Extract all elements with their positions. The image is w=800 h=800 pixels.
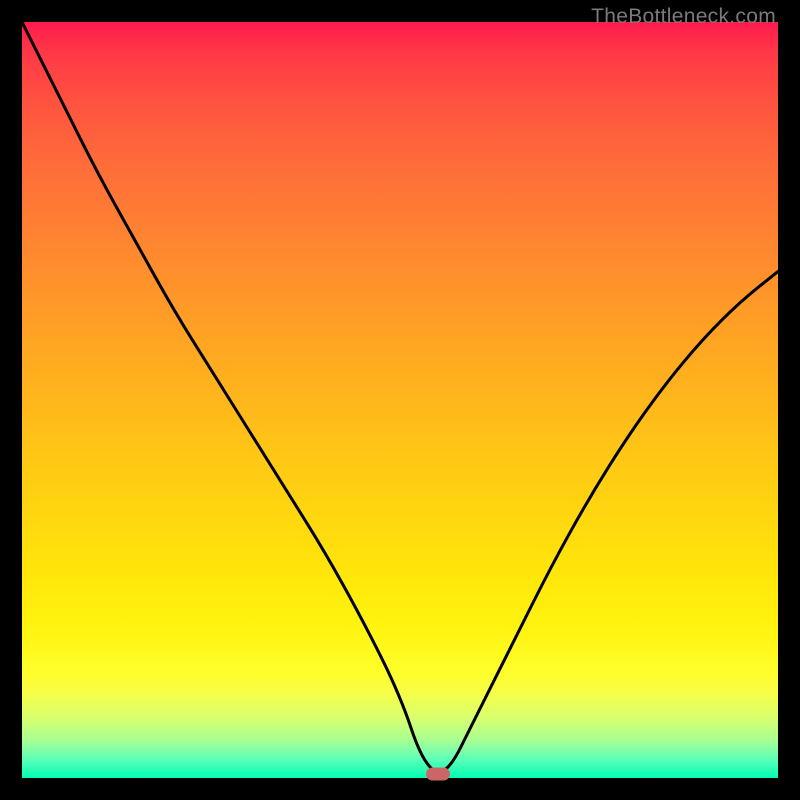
- optimal-point-marker: [426, 768, 450, 781]
- watermark: TheBottleneck.com: [591, 5, 776, 29]
- bottleneck-curve: [22, 22, 778, 778]
- chart-container: TheBottleneck.com: [0, 0, 800, 800]
